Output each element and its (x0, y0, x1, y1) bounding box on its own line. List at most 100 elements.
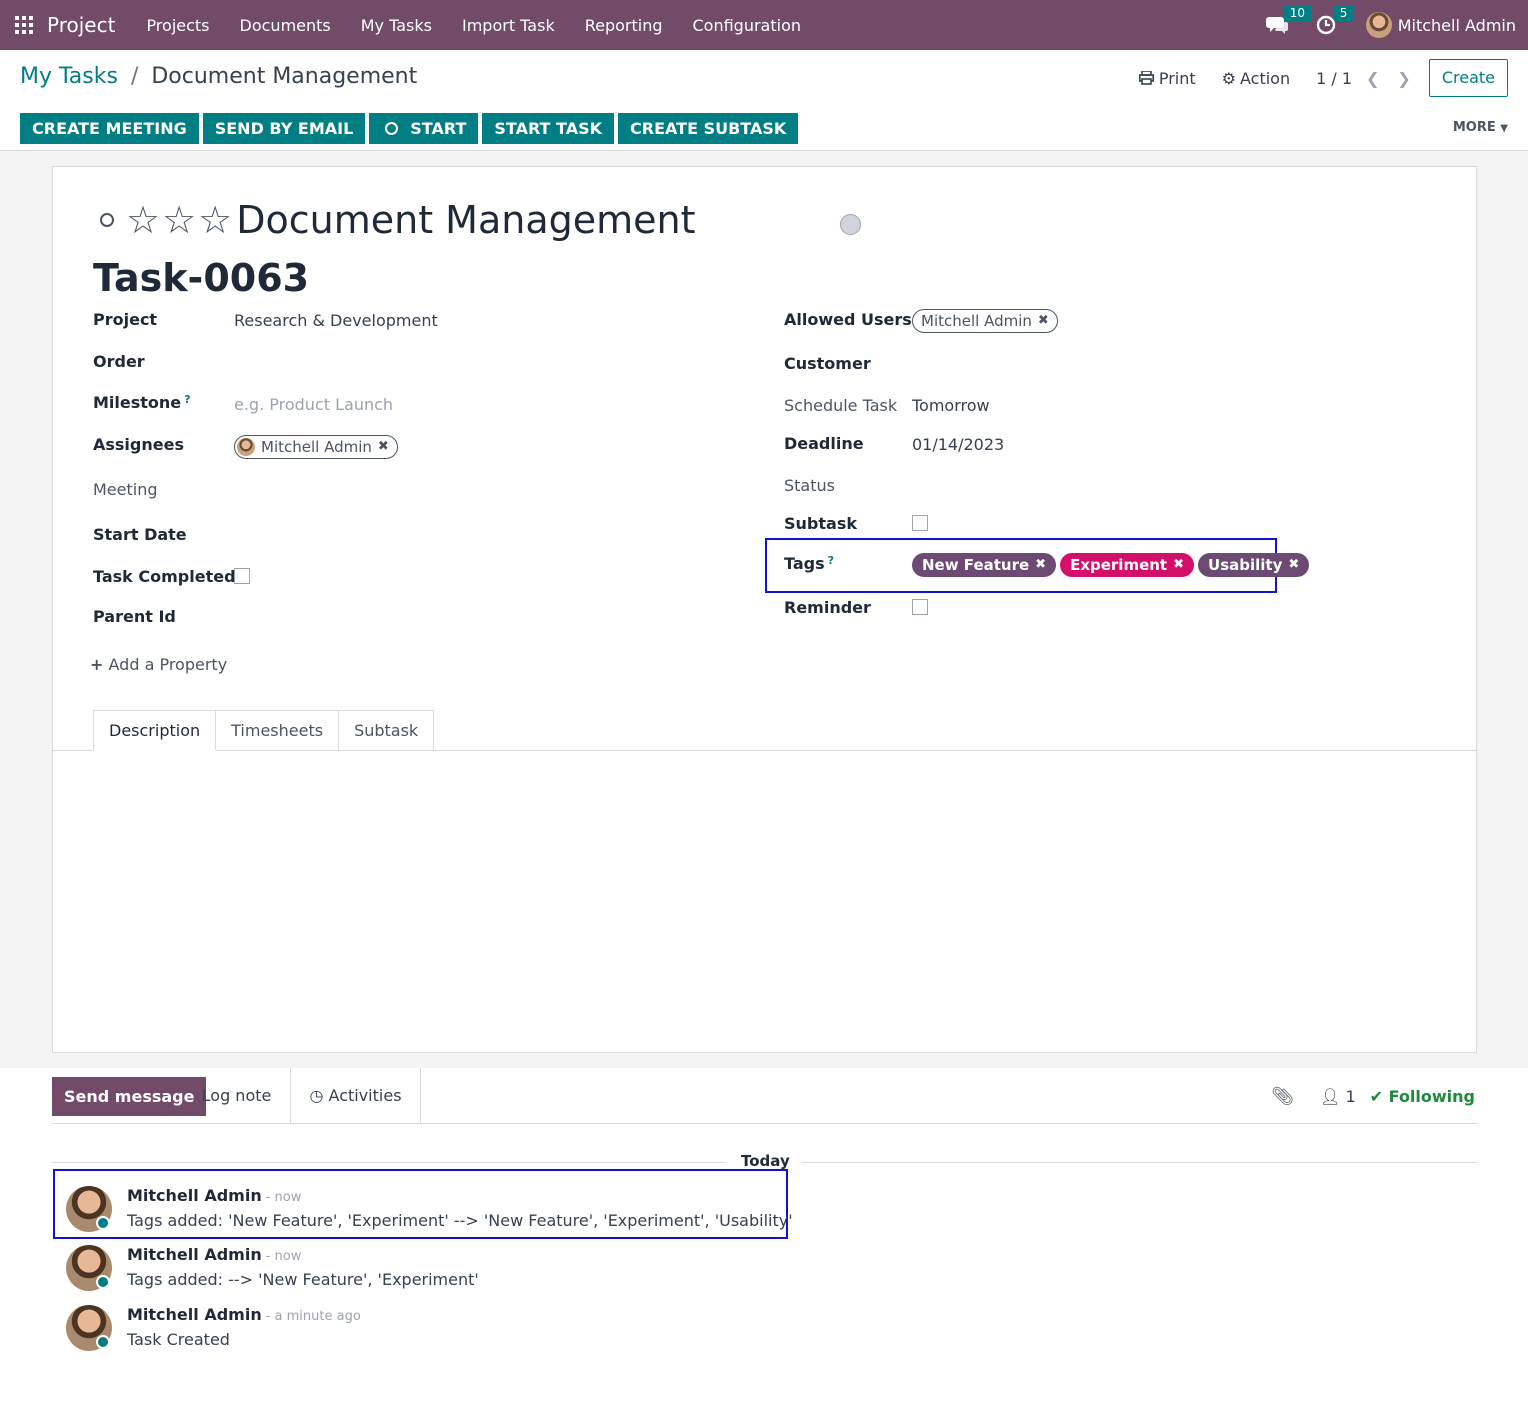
following-button[interactable]: ✔ Following (1370, 1087, 1475, 1106)
start-date-label: Start Date (93, 525, 187, 544)
assignee-tag[interactable]: Mitchell Admin ✖ (234, 435, 398, 459)
help-tooltip-icon[interactable]: ? (184, 393, 190, 406)
user-avatar[interactable] (1365, 12, 1392, 38)
customer-label: Customer (784, 354, 871, 373)
author-name[interactable]: Mitchell Admin (127, 1305, 262, 1324)
subtask-checkbox[interactable] (912, 515, 928, 531)
milestone-label: Milestone? (93, 393, 191, 412)
paperclip-icon[interactable]: 📎︎ (1271, 1086, 1294, 1107)
user-icon: 👤︎ (1320, 1087, 1341, 1106)
project-label: Project (93, 310, 158, 329)
allowed-users-label: Allowed Users (784, 310, 912, 329)
start-label: START (410, 119, 467, 138)
tag-experiment[interactable]: Experiment ✖ (1060, 553, 1195, 577)
task-title-row: ☆ ☆ ☆ Document Management (100, 198, 696, 242)
notebook-tabs: Description Timesheets Subtask (93, 710, 435, 751)
tag-label: Experiment (1070, 556, 1168, 574)
allowed-user-tag[interactable]: Mitchell Admin ✖ (912, 309, 1058, 333)
caret-down-icon: ▼ (1500, 123, 1508, 134)
breadcrumb-my-tasks[interactable]: My Tasks (20, 64, 118, 89)
tags-field[interactable]: New Feature ✖ Experiment ✖ Usability ✖ (912, 553, 1313, 577)
tab-timesheets[interactable]: Timesheets (216, 710, 340, 751)
top-navbar: Project Projects Documents My Tasks Impo… (0, 0, 1528, 50)
author-name[interactable]: Mitchell Admin (127, 1245, 262, 1264)
apps-menu-icon[interactable] (15, 16, 33, 34)
schedule-task-field[interactable]: Tomorrow (912, 396, 990, 415)
pager-value[interactable]: 1 / 1 (1316, 69, 1352, 88)
add-property-button[interactable]: + Add a Property (90, 655, 227, 674)
plus-icon: + (90, 655, 104, 674)
author-name[interactable]: Mitchell Admin (127, 1186, 262, 1205)
menu-configuration[interactable]: Configuration (677, 16, 816, 35)
remove-icon[interactable]: ✖ (378, 436, 389, 458)
messages-icon[interactable]: 10 (1265, 5, 1311, 35)
menu-reporting[interactable]: Reporting (570, 16, 678, 35)
deadline-field[interactable]: 01/14/2023 (912, 435, 1004, 454)
check-circle-icon[interactable] (100, 213, 114, 227)
star-icon[interactable]: ☆ (126, 201, 160, 239)
meeting-label: Meeting (93, 480, 158, 499)
online-status-icon (96, 1216, 110, 1230)
chevron-right-icon[interactable]: ❯ (1397, 69, 1410, 88)
subtask-label: Subtask (784, 514, 857, 533)
online-status-icon (96, 1335, 110, 1349)
deadline-label: Deadline (784, 434, 864, 453)
star-icon[interactable]: ☆ (162, 201, 196, 239)
tab-subtask[interactable]: Subtask (339, 710, 435, 751)
project-field[interactable]: Research & Development (234, 311, 438, 330)
divider (52, 1162, 726, 1163)
gear-icon: ⚙ (1221, 68, 1236, 88)
create-meeting-button[interactable]: CREATE MEETING (20, 113, 199, 144)
user-menu[interactable]: Mitchell Admin (1398, 16, 1516, 35)
menu-projects[interactable]: Projects (131, 16, 224, 35)
star-icon[interactable]: ☆ (198, 201, 232, 239)
help-tooltip-icon[interactable]: ? (828, 554, 834, 567)
chevron-left-icon[interactable]: ❮ (1366, 69, 1379, 88)
app-brand[interactable]: Project (47, 13, 115, 37)
more-dropdown[interactable]: MORE ▼ (1453, 120, 1508, 135)
tab-description[interactable]: Description (93, 710, 217, 751)
reminder-checkbox[interactable] (912, 599, 928, 615)
remove-icon[interactable]: ✖ (1038, 310, 1049, 332)
menu-documents[interactable]: Documents (225, 16, 346, 35)
task-completed-checkbox[interactable] (234, 568, 250, 584)
create-subtask-button[interactable]: CREATE SUBTASK (618, 113, 799, 144)
clock-icon (385, 122, 399, 135)
message-body: Task Created (127, 1330, 230, 1349)
chatter-toolbar: Send message Log note ◷ Activities 📎︎ 👤︎… (52, 1068, 1477, 1124)
control-panel: My Tasks / Document Management Print ⚙ A… (0, 50, 1528, 151)
activities-clock-icon[interactable]: 5 (1316, 5, 1354, 35)
schedule-task-label: Schedule Task (784, 396, 898, 415)
remove-icon[interactable]: ✖ (1288, 553, 1299, 577)
activities-label: Activities (328, 1086, 402, 1105)
breadcrumb-separator: / (130, 64, 139, 89)
remove-icon[interactable]: ✖ (1035, 553, 1046, 577)
menu-import-task[interactable]: Import Task (447, 16, 570, 35)
start-task-button[interactable]: START TASK (482, 113, 615, 144)
message-author: Mitchell Admin - a minute ago (127, 1305, 361, 1324)
kanban-state-indicator[interactable] (840, 214, 861, 235)
print-button[interactable]: Print (1138, 69, 1196, 88)
activities-button[interactable]: ◷ Activities (291, 1068, 421, 1124)
log-note-button[interactable]: Log note (183, 1068, 291, 1124)
start-button[interactable]: START (369, 113, 479, 144)
tag-new-feature[interactable]: New Feature ✖ (912, 553, 1057, 577)
milestone-input[interactable]: e.g. Product Launch (234, 395, 393, 414)
allowed-user-name: Mitchell Admin (921, 312, 1032, 330)
remove-icon[interactable]: ✖ (1173, 553, 1184, 577)
avatar (237, 438, 255, 456)
create-button[interactable]: Create (1428, 59, 1508, 97)
check-icon: ✔ (1369, 1087, 1384, 1106)
task-name[interactable]: Document Management (236, 198, 695, 242)
printer-icon (1138, 71, 1154, 85)
action-button[interactable]: ⚙ Action (1222, 69, 1290, 88)
tags-label: Tags? (784, 554, 835, 573)
tag-label: New Feature (922, 556, 1030, 574)
followers-button[interactable]: 👤︎ 1 (1320, 1087, 1356, 1106)
reminder-label: Reminder (784, 598, 871, 617)
message-body: Tags added: 'New Feature', 'Experiment' … (127, 1211, 793, 1230)
tag-usability[interactable]: Usability ✖ (1198, 553, 1310, 577)
add-property-label: Add a Property (108, 655, 228, 674)
menu-my-tasks[interactable]: My Tasks (346, 16, 447, 35)
send-by-email-button[interactable]: SEND BY EMAIL (202, 113, 366, 144)
